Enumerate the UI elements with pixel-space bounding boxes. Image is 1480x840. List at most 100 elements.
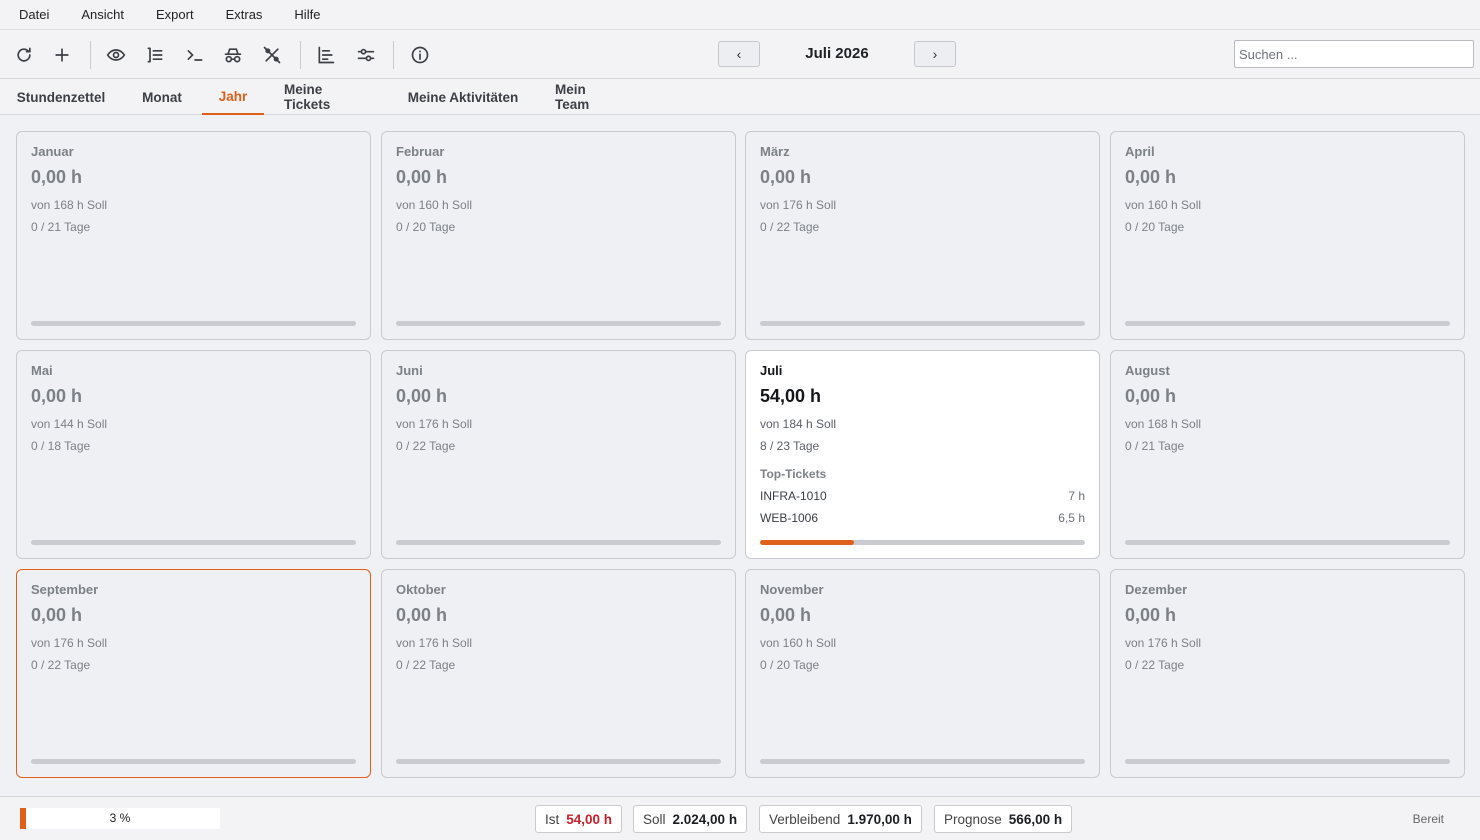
month-name: August xyxy=(1125,363,1170,378)
menu-ansicht[interactable]: Ansicht xyxy=(81,7,124,22)
month-days: 0 / 22 Tage xyxy=(31,658,91,672)
month-progress-bar xyxy=(396,540,721,545)
verbleibend-value: 1.970,00 h xyxy=(847,811,912,827)
month-progress-bar xyxy=(31,540,356,545)
status-bar: 3 % Ist 54,00 h Soll 2.024,00 h Verbleib… xyxy=(0,796,1480,840)
month-days: 0 / 20 Tage xyxy=(1125,220,1185,234)
month-soll: von 176 h Soll xyxy=(31,636,108,650)
month-days: 0 / 18 Tage xyxy=(31,439,91,453)
incognito-icon[interactable] xyxy=(219,41,247,69)
month-days: 0 / 20 Tage xyxy=(760,658,820,672)
month-soll: von 160 h Soll xyxy=(760,636,837,650)
ist-label: Ist xyxy=(545,811,560,827)
month-hours: 0,00 h xyxy=(760,605,812,625)
menu-export[interactable]: Export xyxy=(156,7,194,22)
month-card-april[interactable]: April 0,00 h von 160 h Soll 0 / 20 Tage xyxy=(1110,131,1465,340)
month-progress-bar xyxy=(1125,759,1450,764)
soll-chip: Soll 2.024,00 h xyxy=(633,805,748,833)
month-card-november[interactable]: November 0,00 h von 160 h Soll 0 / 20 Ta… xyxy=(745,569,1100,778)
menu-extras[interactable]: Extras xyxy=(226,7,263,22)
period-label: Juli 2026 xyxy=(805,45,869,62)
ticket-hours: 6,5 h xyxy=(1058,511,1085,525)
verbleibend-label: Verbleibend xyxy=(769,811,841,827)
gantt-icon[interactable] xyxy=(312,41,340,69)
top-ticket-row[interactable]: WEB-1006 6,5 h xyxy=(760,511,1085,525)
month-card-maerz[interactable]: März 0,00 h von 176 h Soll 0 / 22 Tage xyxy=(745,131,1100,340)
month-name: September xyxy=(31,582,99,597)
month-card-juni[interactable]: Juni 0,00 h von 176 h Soll 0 / 22 Tage xyxy=(381,350,736,559)
ticket-hours: 7 h xyxy=(1068,489,1085,503)
month-hours: 0,00 h xyxy=(1125,386,1177,406)
month-name: April xyxy=(1125,144,1155,159)
ticket-id: INFRA-1010 xyxy=(760,489,827,503)
month-days: 0 / 22 Tage xyxy=(396,658,456,672)
month-hours: 0,00 h xyxy=(31,386,83,406)
month-days: 0 / 22 Tage xyxy=(1125,658,1185,672)
month-card-januar[interactable]: Januar 0,00 h von 168 h Soll 0 / 21 Tage xyxy=(16,131,371,340)
month-hours: 0,00 h xyxy=(396,386,448,406)
tab-meine-aktivitaeten[interactable]: Meine Aktivitäten xyxy=(407,79,519,115)
soll-label: Soll xyxy=(643,811,666,827)
refresh-icon[interactable] xyxy=(10,41,38,69)
month-progress-bar xyxy=(31,759,356,764)
eye-icon[interactable] xyxy=(102,41,130,69)
tab-meine-tickets[interactable]: Meine Tickets xyxy=(284,79,370,115)
month-name: Mai xyxy=(31,363,53,378)
month-hours: 0,00 h xyxy=(1125,605,1177,625)
month-soll: von 144 h Soll xyxy=(31,417,108,431)
month-card-september[interactable]: September 0,00 h von 176 h Soll 0 / 22 T… xyxy=(16,569,371,778)
month-hours: 0,00 h xyxy=(31,605,83,625)
menu-bar: Datei Ansicht Export Extras Hilfe xyxy=(0,0,1480,30)
month-progress-bar xyxy=(760,540,1085,545)
terminal-icon[interactable] xyxy=(181,41,209,69)
month-card-juli[interactable]: Juli 54,00 h von 184 h Soll 8 / 23 Tage … xyxy=(745,350,1100,559)
tab-jahr[interactable]: Jahr xyxy=(202,79,264,115)
month-days: 0 / 22 Tage xyxy=(760,220,820,234)
month-hours: 0,00 h xyxy=(760,167,812,187)
add-icon[interactable] xyxy=(48,41,76,69)
search-input[interactable] xyxy=(1234,40,1474,68)
info-icon[interactable] xyxy=(406,41,434,69)
toolbar-separator xyxy=(393,41,394,69)
month-name: Januar xyxy=(31,144,74,159)
status-text: Bereit xyxy=(1412,812,1444,826)
year-progress-label: 3 % xyxy=(109,811,131,825)
toolbar-separator xyxy=(300,41,301,69)
menu-datei[interactable]: Datei xyxy=(19,7,49,22)
month-name: Februar xyxy=(396,144,445,159)
tab-stundenzettel[interactable]: Stundenzettel xyxy=(17,79,106,115)
month-progress-bar xyxy=(1125,321,1450,326)
menu-hilfe[interactable]: Hilfe xyxy=(294,7,320,22)
next-period-button[interactable]: › xyxy=(914,41,956,67)
month-days: 0 / 21 Tage xyxy=(31,220,91,234)
month-days: 0 / 20 Tage xyxy=(396,220,456,234)
month-days: 8 / 23 Tage xyxy=(760,439,820,453)
month-soll: von 168 h Soll xyxy=(31,198,108,212)
month-progress-bar xyxy=(760,321,1085,326)
month-card-august[interactable]: August 0,00 h von 168 h Soll 0 / 21 Tage xyxy=(1110,350,1465,559)
month-progress-bar xyxy=(760,759,1085,764)
list-icon[interactable] xyxy=(141,41,169,69)
month-progress-bar xyxy=(396,759,721,764)
prognose-value: 566,00 h xyxy=(1008,811,1063,827)
tab-monat[interactable]: Monat xyxy=(140,79,184,115)
month-card-dezember[interactable]: Dezember 0,00 h von 176 h Soll 0 / 22 Ta… xyxy=(1110,569,1465,778)
toolbar-separator xyxy=(90,41,91,69)
year-progress-bar: 3 % xyxy=(20,808,220,829)
top-tickets-title: Top-Tickets xyxy=(760,467,827,481)
sliders-icon[interactable] xyxy=(352,41,380,69)
month-name: Juni xyxy=(396,363,423,378)
tab-mein-team[interactable]: Mein Team xyxy=(555,79,623,115)
prev-period-button[interactable]: ‹ xyxy=(718,41,760,67)
month-soll: von 176 h Soll xyxy=(1125,636,1202,650)
ist-chip: Ist 54,00 h xyxy=(535,805,623,833)
month-soll: von 176 h Soll xyxy=(396,636,473,650)
month-soll: von 168 h Soll xyxy=(1125,417,1202,431)
month-card-mai[interactable]: Mai 0,00 h von 144 h Soll 0 / 18 Tage xyxy=(16,350,371,559)
month-card-februar[interactable]: Februar 0,00 h von 160 h Soll 0 / 20 Tag… xyxy=(381,131,736,340)
month-card-oktober[interactable]: Oktober 0,00 h von 176 h Soll 0 / 22 Tag… xyxy=(381,569,736,778)
percent-off-icon[interactable] xyxy=(258,41,286,69)
month-hours: 0,00 h xyxy=(1125,167,1177,187)
toolbar: ‹ Juli 2026 › xyxy=(0,30,1480,79)
top-ticket-row[interactable]: INFRA-1010 7 h xyxy=(760,489,1085,503)
